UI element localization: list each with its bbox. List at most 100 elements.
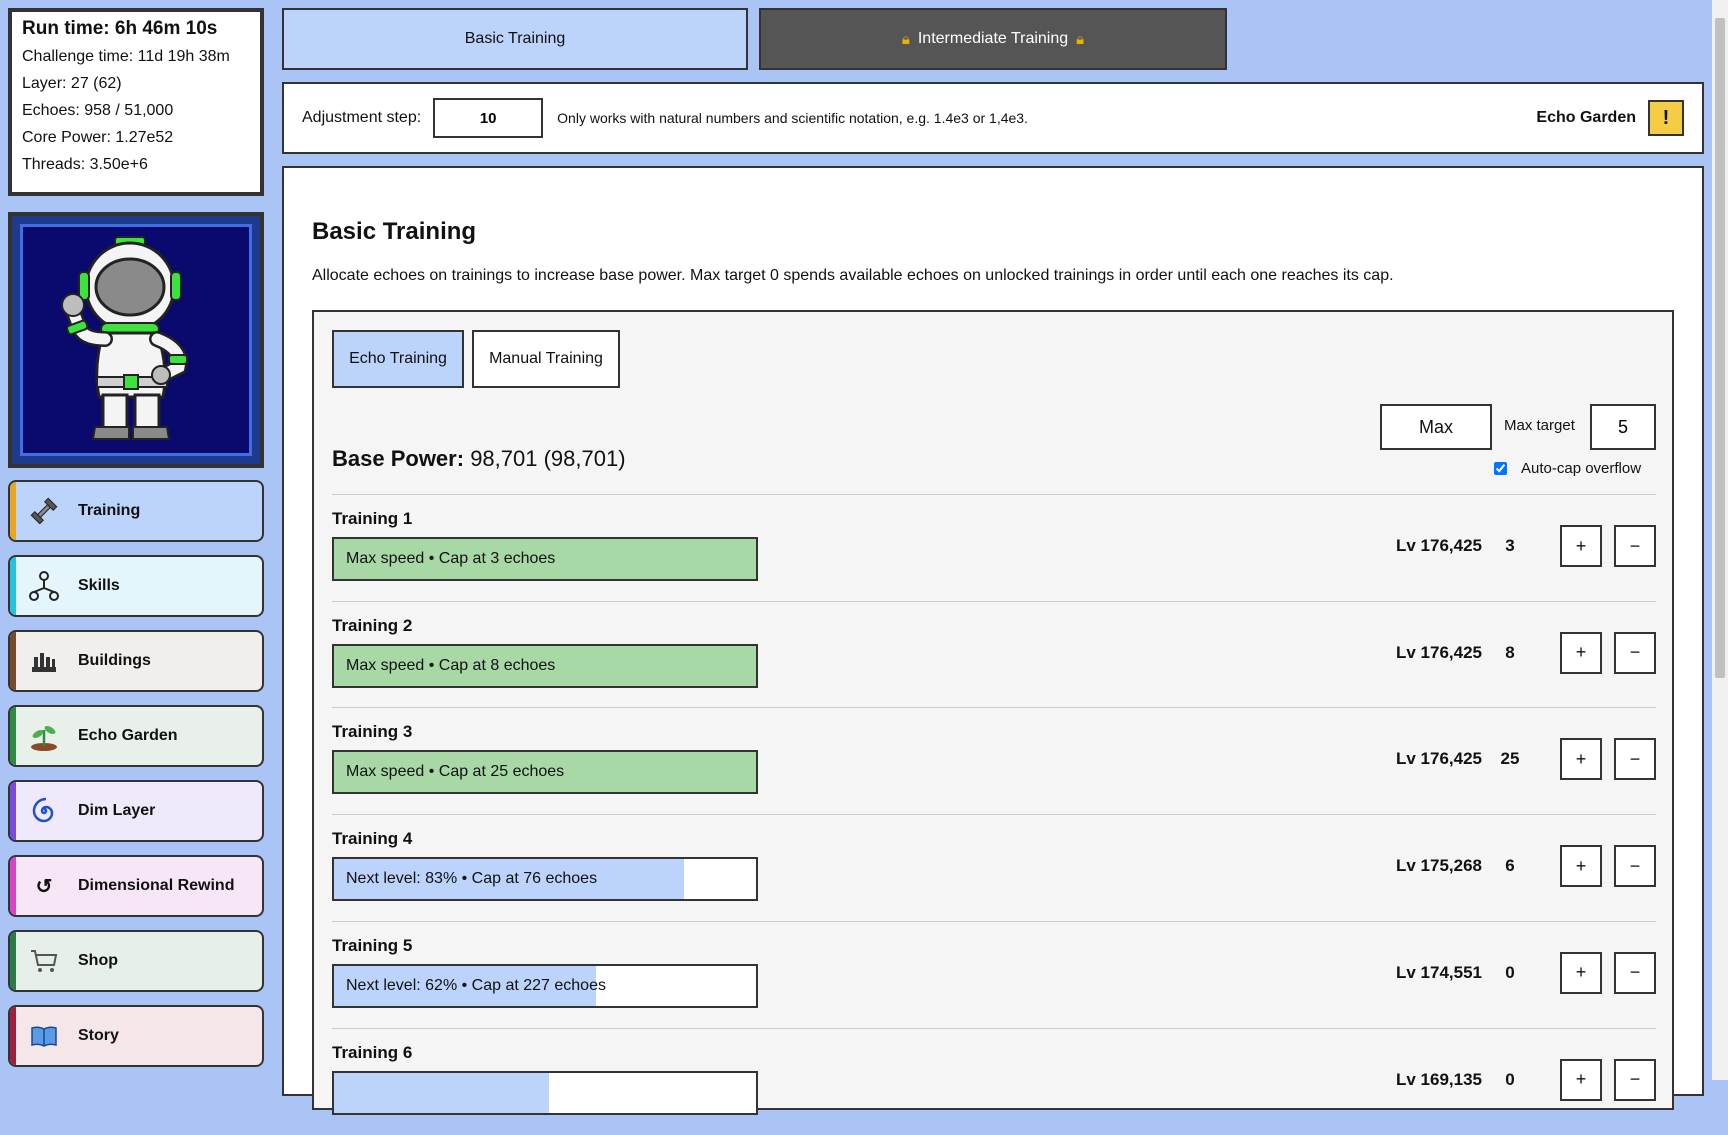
decrease-button[interactable]: − bbox=[1614, 525, 1656, 567]
core-power-stat: Core Power: 1.27e52 bbox=[22, 129, 174, 146]
training-row: Training 3 Max speed • Cap at 25 echoes Lv… bbox=[332, 708, 1656, 814]
training-panel: Echo Training Manual Training Max Max ta… bbox=[312, 310, 1674, 1115]
increase-button[interactable]: + bbox=[1560, 738, 1602, 781]
nav-stripe bbox=[10, 782, 16, 840]
threads-stat: Threads: 3.50e+6 bbox=[22, 156, 148, 173]
scrollbar-thumb[interactable] bbox=[1715, 18, 1725, 678]
autocap-option[interactable]: Auto-cap overflow bbox=[1494, 460, 1641, 477]
nav-stripe bbox=[10, 857, 16, 915]
nav-stripe bbox=[10, 707, 16, 765]
decrease-button[interactable]: − bbox=[1614, 951, 1656, 994]
increase-button[interactable]: + bbox=[1560, 951, 1602, 994]
training-allocated: 0 bbox=[1505, 962, 1515, 982]
lock-icon: 🔒︎ bbox=[901, 30, 910, 48]
sprout-icon bbox=[28, 720, 60, 752]
nav-stripe bbox=[10, 482, 16, 540]
sidebar-item-label: Shop bbox=[78, 952, 118, 969]
training-allocated: 8 bbox=[1505, 642, 1515, 662]
sidebar-item-shop[interactable]: Shop bbox=[8, 930, 264, 992]
tab-label: Basic Training bbox=[464, 30, 566, 47]
training-name: Training 3 bbox=[332, 722, 413, 742]
character-portrait bbox=[8, 212, 264, 468]
training-progress-text: Max speed • Cap at 8 echoes bbox=[346, 656, 556, 674]
sidebar-item-skills[interactable]: Skills bbox=[8, 555, 264, 617]
page-scrollbar[interactable] bbox=[1712, 0, 1728, 1080]
stats-panel: Run time: 6h 46m 10s Challenge time: 11d… bbox=[8, 8, 264, 196]
training-progress-text: Max speed • Cap at 25 echoes bbox=[346, 763, 565, 781]
increase-button[interactable]: + bbox=[1560, 525, 1602, 567]
training-level: Lv 176,425 bbox=[1395, 749, 1482, 769]
lock-icon: 🔒︎ bbox=[1076, 30, 1085, 48]
training-name: Training 6 bbox=[332, 1042, 413, 1062]
tab-intermediate-training[interactable]: 🔒︎ Intermediate Training 🔒︎ bbox=[759, 8, 1227, 70]
echo-garden-label: Echo Garden bbox=[1536, 109, 1636, 126]
training-level: Lv 176,425 bbox=[1395, 536, 1482, 555]
sidebar-item-label: Story bbox=[78, 1027, 119, 1044]
skills-tree-icon bbox=[28, 570, 60, 602]
sidebar-item-label: Echo Garden bbox=[78, 727, 178, 744]
nav-stripe bbox=[10, 632, 16, 690]
sidebar-item-training[interactable]: Training bbox=[8, 480, 264, 542]
main-panel: Basic Training Allocate echoes on traini… bbox=[282, 166, 1704, 1115]
run-time: Run time: 6h 46m 10s bbox=[22, 18, 218, 39]
autocap-checkbox[interactable] bbox=[1494, 462, 1507, 475]
sidebar-item-echo-garden[interactable]: Echo Garden bbox=[8, 705, 264, 767]
training-progress-fill bbox=[334, 1072, 550, 1113]
training-level: Lv 175,268 bbox=[1395, 856, 1482, 876]
decrease-button[interactable]: − bbox=[1614, 845, 1656, 888]
training-progress-bar: Max speed • Cap at 8 echoes bbox=[332, 643, 758, 688]
page-title: Basic Training bbox=[312, 218, 477, 245]
training-row: Training 6 Lv 169,135 0 + − bbox=[332, 1029, 1656, 1135]
increase-button[interactable]: + bbox=[1560, 631, 1602, 674]
sidebar-item-label: Dimensional Rewind bbox=[78, 877, 235, 894]
challenge-time: Challenge time: 11d 19h 38m bbox=[22, 48, 230, 65]
training-progress-bar: Max speed • Cap at 25 echoes bbox=[332, 750, 758, 795]
book-icon bbox=[28, 1020, 60, 1052]
base-power: Base Power: 98,701 (98,701) bbox=[332, 446, 626, 472]
nav-stripe bbox=[10, 932, 16, 990]
nav-stripe bbox=[10, 1007, 16, 1065]
tab-basic-training[interactable]: Basic Training bbox=[282, 8, 748, 70]
sidebar-item-label: Dim Layer bbox=[78, 802, 156, 819]
astronaut-icon bbox=[61, 236, 188, 440]
tab-label: Intermediate Training bbox=[917, 30, 1069, 47]
echoes-stat: Echoes: 958 / 51,000 bbox=[22, 102, 174, 119]
decrease-button[interactable]: − bbox=[1614, 738, 1656, 781]
training-progress-text: Max speed • Cap at 3 echoes bbox=[346, 550, 556, 567]
max-button[interactable]: Max bbox=[1380, 404, 1492, 450]
training-name: Training 4 bbox=[332, 829, 413, 849]
sidebar-item-label: Training bbox=[78, 502, 141, 519]
tab-manual-training[interactable]: Manual Training bbox=[472, 330, 620, 388]
training-name: Training 1 bbox=[332, 509, 413, 528]
max-target-input[interactable] bbox=[1590, 404, 1656, 450]
training-progress-bar: Max speed • Cap at 3 echoes bbox=[332, 537, 758, 581]
training-progress-bar bbox=[332, 1070, 758, 1115]
adjustment-bar: Adjustment step: Only works with natural… bbox=[282, 82, 1704, 154]
sidebar-item-buildings[interactable]: Buildings bbox=[8, 630, 264, 692]
training-allocated: 6 bbox=[1505, 856, 1515, 876]
max-target-label: Max target bbox=[1504, 417, 1575, 434]
decrease-button[interactable]: − bbox=[1614, 631, 1656, 674]
training-level: Lv 176,425 bbox=[1395, 642, 1482, 662]
training-progress-bar: Next level: 62% • Cap at 227 echoes bbox=[332, 963, 758, 1008]
sidebar-item-dim-layer[interactable]: Dim Layer bbox=[8, 780, 264, 842]
adjustment-hint: Only works with natural numbers and scie… bbox=[557, 110, 1028, 126]
rewind-icon: ↺ bbox=[35, 875, 53, 898]
training-progress-text: Next level: 62% • Cap at 227 echoes bbox=[346, 976, 606, 994]
layer-stat: Layer: 27 (62) bbox=[22, 75, 122, 92]
cart-icon bbox=[28, 945, 60, 977]
training-row: Training 2 Max speed • Cap at 8 echoes Lv … bbox=[332, 602, 1656, 708]
tab-echo-training[interactable]: Echo Training bbox=[332, 330, 464, 388]
sidebar-item-story[interactable]: Story bbox=[8, 1005, 264, 1067]
sidebar-item-dimensional-rewind[interactable]: ↺ Dimensional Rewind bbox=[8, 855, 264, 917]
increase-button[interactable]: + bbox=[1560, 845, 1602, 888]
training-row: Training 1 Max speed • Cap at 3 echoes Lv … bbox=[332, 495, 1656, 601]
training-row: Training 5 Next level: 62% • Cap at 227 e… bbox=[332, 922, 1656, 1028]
training-allocated: 25 bbox=[1500, 749, 1520, 769]
adjustment-step-input[interactable] bbox=[433, 98, 544, 138]
autocap-label: Auto-cap overflow bbox=[1521, 460, 1642, 477]
training-progress-bar: Next level: 83% • Cap at 76 echoes bbox=[332, 857, 758, 902]
page-description: Allocate echoes on trainings to increase… bbox=[312, 267, 1394, 284]
warning-icon[interactable]: ! bbox=[1648, 100, 1684, 136]
training-progress-text: Next level: 83% • Cap at 76 echoes bbox=[346, 870, 598, 888]
